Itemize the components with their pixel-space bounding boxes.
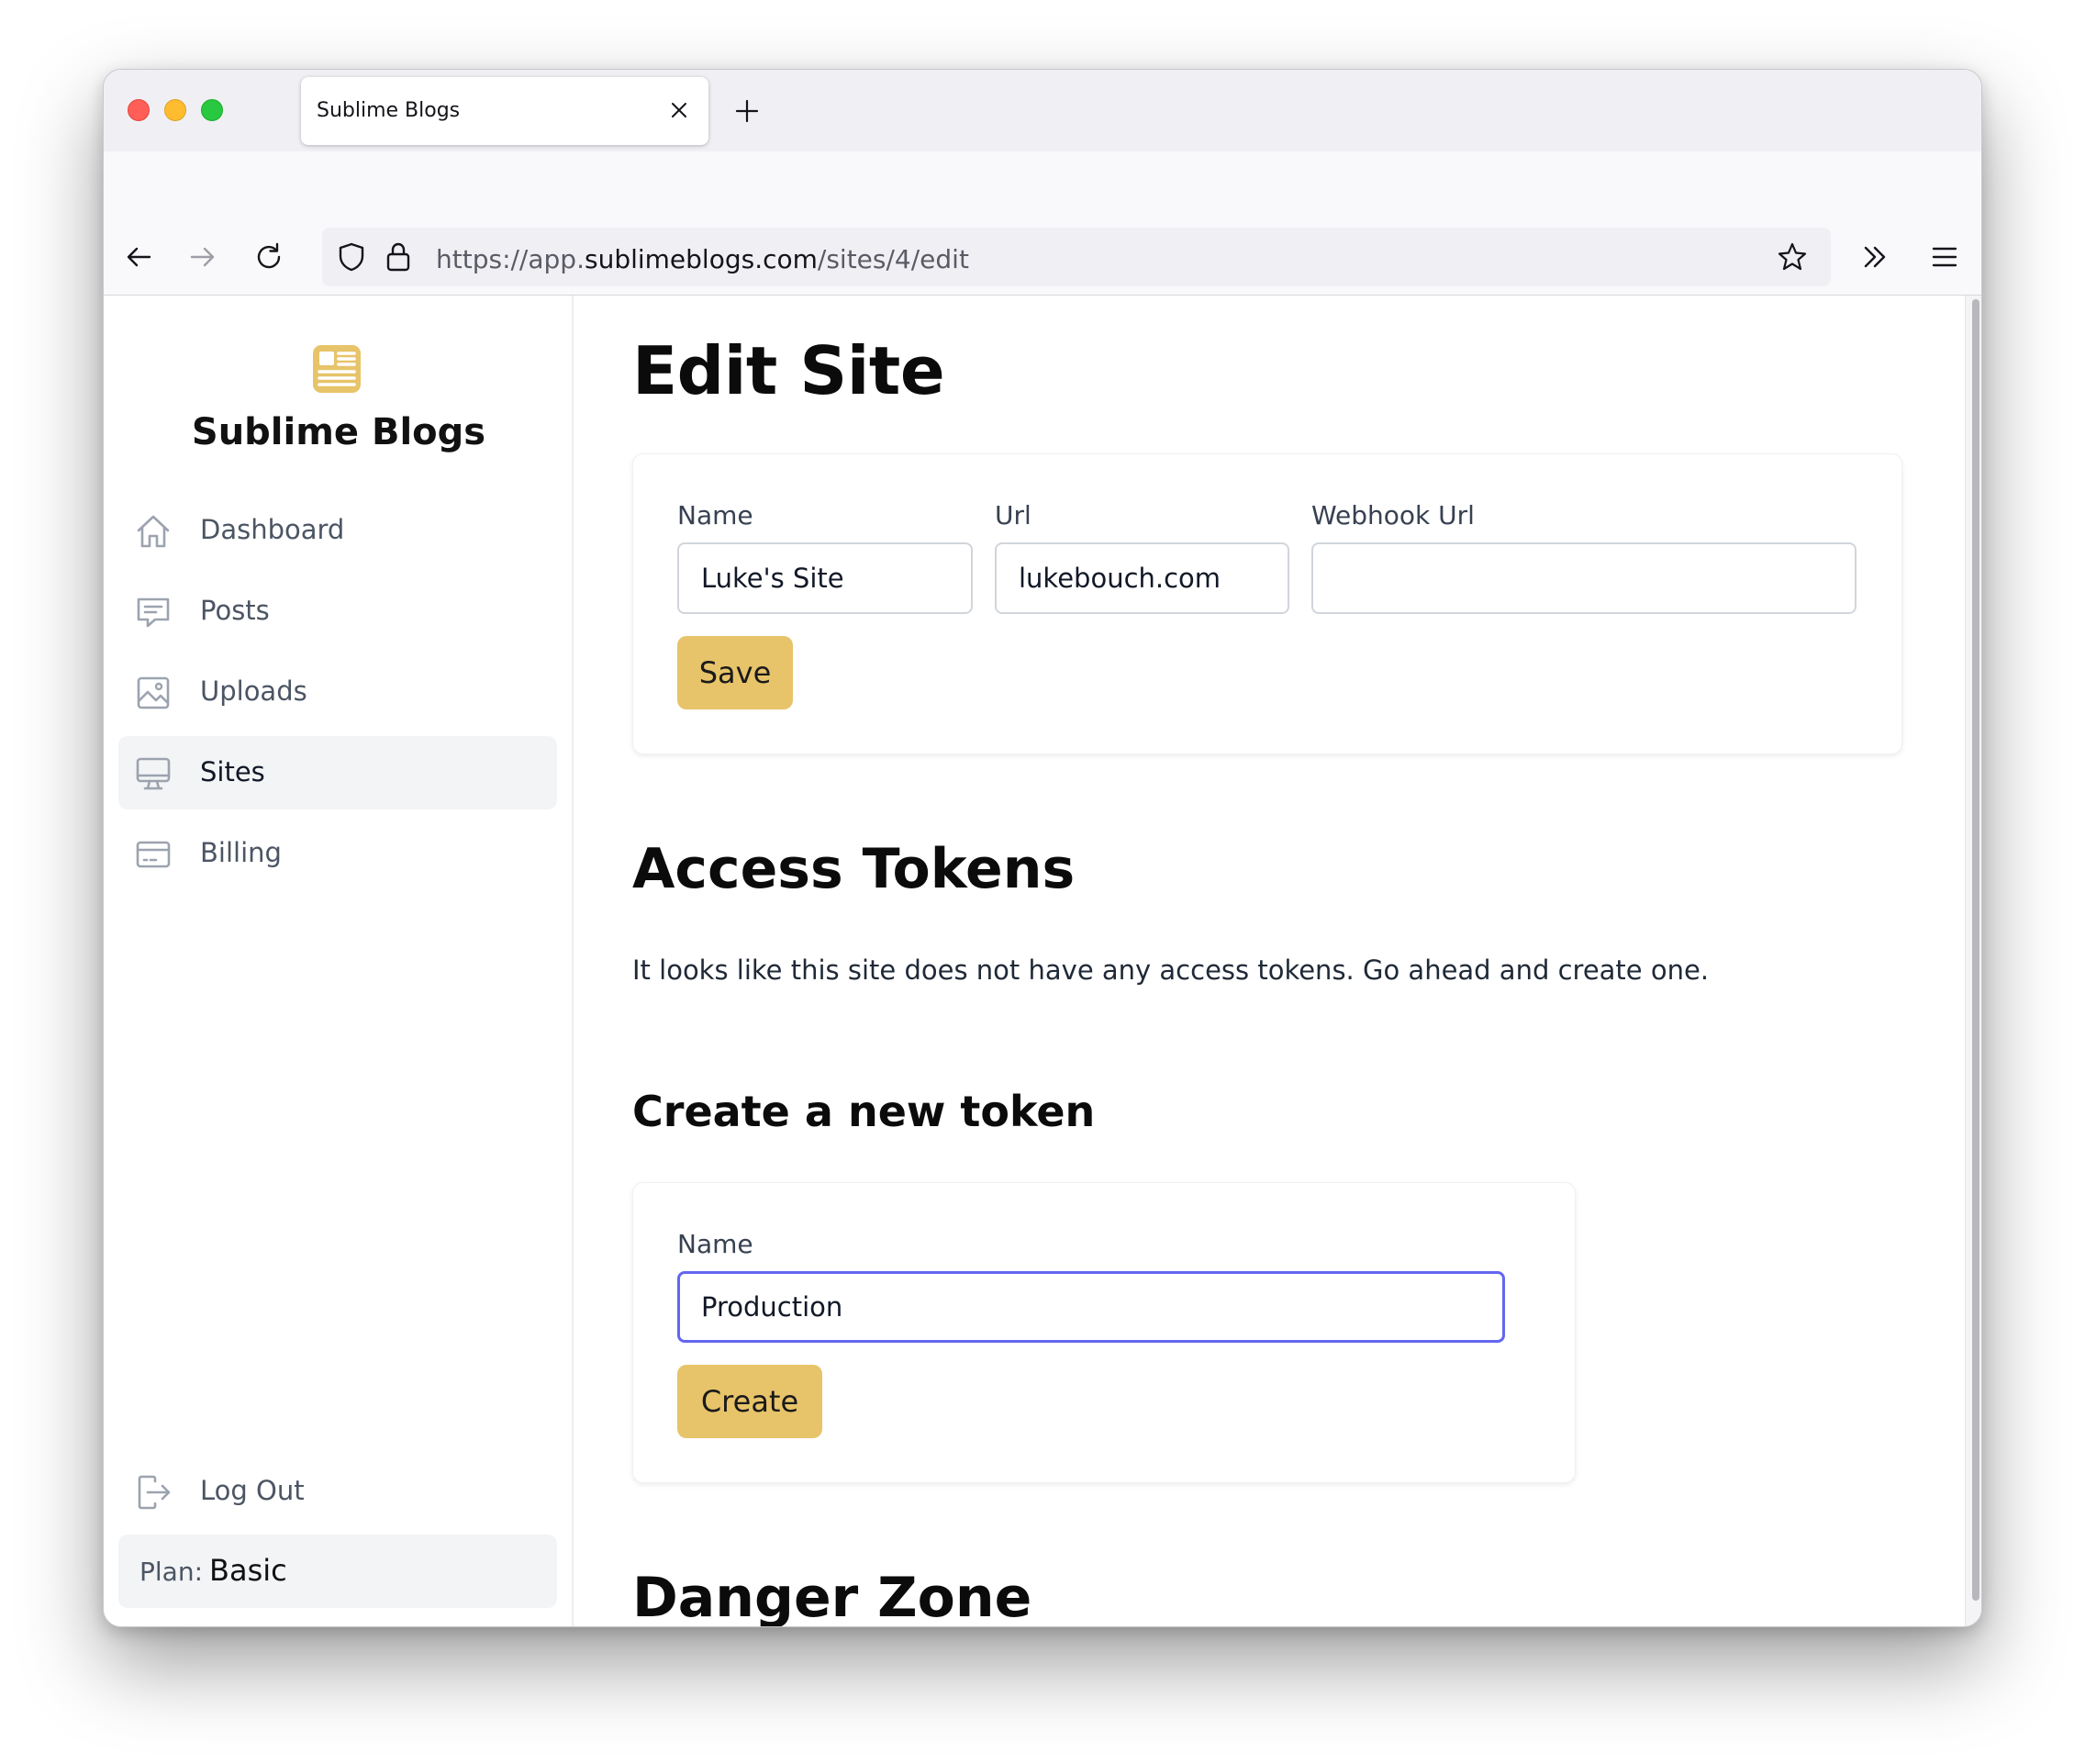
- tab-title: Sublime Blogs: [317, 99, 461, 122]
- sidebar-item-label: Uploads: [200, 675, 307, 707]
- plan-value: Basic: [209, 1553, 287, 1588]
- sidebar: Sublime Blogs Dashboard Posts Uploads Si…: [104, 296, 574, 1626]
- back-arrow-icon[interactable]: [120, 239, 157, 275]
- shield-icon[interactable]: [335, 240, 368, 274]
- reload-icon[interactable]: [251, 239, 287, 275]
- webhook-url-input[interactable]: [1311, 542, 1856, 614]
- address-bar[interactable]: https://app.sublimeblogs.com/sites/4/edi…: [322, 228, 1831, 286]
- scrollbar-thumb[interactable]: [1972, 299, 1979, 1601]
- main-content: Edit Site Name Url Webhook Url Luke's Si…: [575, 296, 1965, 1627]
- new-tab-icon[interactable]: [733, 97, 761, 125]
- forward-arrow-icon[interactable]: [184, 239, 221, 275]
- token-name-label: Name: [677, 1229, 753, 1259]
- sidebar-item-dashboard[interactable]: Dashboard: [118, 494, 557, 567]
- page-title: Edit Site: [632, 332, 945, 409]
- danger-zone-heading: Danger Zone: [632, 1566, 1032, 1627]
- navigation-toolbar: https://app.sublimeblogs.com/sites/4/edi…: [104, 151, 1981, 296]
- extensions-overflow-icon[interactable]: [1856, 239, 1893, 275]
- site-name-input[interactable]: Luke's Site: [677, 542, 973, 614]
- maximize-window-button[interactable]: [201, 99, 223, 121]
- plan-label: Plan:: [139, 1557, 204, 1587]
- sidebar-item-label: Billing: [200, 837, 282, 868]
- url-domain: sublimeblogs.com: [584, 244, 818, 274]
- url-text[interactable]: https://app.sublimeblogs.com/sites/4/edi…: [436, 244, 969, 274]
- browser-tab-active[interactable]: Sublime Blogs: [301, 77, 708, 145]
- token-name-input[interactable]: Production: [677, 1271, 1505, 1343]
- desktop-icon: [136, 757, 171, 790]
- logout-label: Log Out: [200, 1475, 305, 1506]
- create-token-button[interactable]: Create: [677, 1365, 822, 1438]
- url-prefix: https://app.: [436, 244, 585, 274]
- tab-strip: Sublime Blogs: [104, 70, 1981, 151]
- plan-badge: Plan: Basic: [118, 1535, 557, 1608]
- sidebar-item-label: Sites: [200, 756, 265, 787]
- no-tokens-message: It looks like this site does not have an…: [632, 955, 1710, 986]
- newspaper-logo-icon: [313, 345, 361, 393]
- sidebar-item-label: Posts: [200, 595, 270, 626]
- minimize-window-button[interactable]: [164, 99, 186, 121]
- sidebar-item-posts[interactable]: Posts: [118, 575, 557, 648]
- save-button[interactable]: Save: [677, 636, 793, 709]
- access-tokens-heading: Access Tokens: [632, 837, 1076, 901]
- lock-icon[interactable]: [385, 240, 412, 274]
- chat-icon: [137, 597, 170, 628]
- browser-window: Sublime Blogs https://app.sublimeblogs.c…: [103, 69, 1982, 1627]
- brand-name: Sublime Blogs: [191, 411, 486, 453]
- sidebar-item-billing[interactable]: Billing: [118, 817, 557, 890]
- logout-button[interactable]: Log Out: [118, 1455, 557, 1528]
- page-scrollbar[interactable]: [1965, 296, 1981, 1626]
- url-field-label: Url: [995, 500, 1031, 530]
- sidebar-item-uploads[interactable]: Uploads: [118, 655, 557, 729]
- sidebar-item-label: Dashboard: [200, 514, 345, 545]
- image-icon: [137, 676, 170, 709]
- credit-card-icon: [136, 841, 171, 868]
- site-url-input[interactable]: lukebouch.com: [995, 542, 1289, 614]
- create-token-card: Name Production Create: [632, 1182, 1576, 1483]
- webhook-field-label: Webhook Url: [1311, 500, 1475, 530]
- close-tab-icon[interactable]: [669, 100, 689, 120]
- bookmark-star-icon[interactable]: [1776, 240, 1809, 274]
- create-token-heading: Create a new token: [632, 1087, 1096, 1136]
- logout-icon: [138, 1475, 171, 1510]
- url-path: /sites/4/edit: [817, 244, 969, 274]
- home-icon: [137, 515, 170, 548]
- menu-icon[interactable]: [1926, 239, 1963, 275]
- edit-site-card: Name Url Webhook Url Luke's Site lukebou…: [632, 453, 1902, 754]
- sidebar-item-sites[interactable]: Sites: [118, 736, 557, 809]
- close-window-button[interactable]: [128, 99, 150, 121]
- page-content: Sublime Blogs Dashboard Posts Uploads Si…: [104, 296, 1981, 1627]
- name-field-label: Name: [677, 500, 753, 530]
